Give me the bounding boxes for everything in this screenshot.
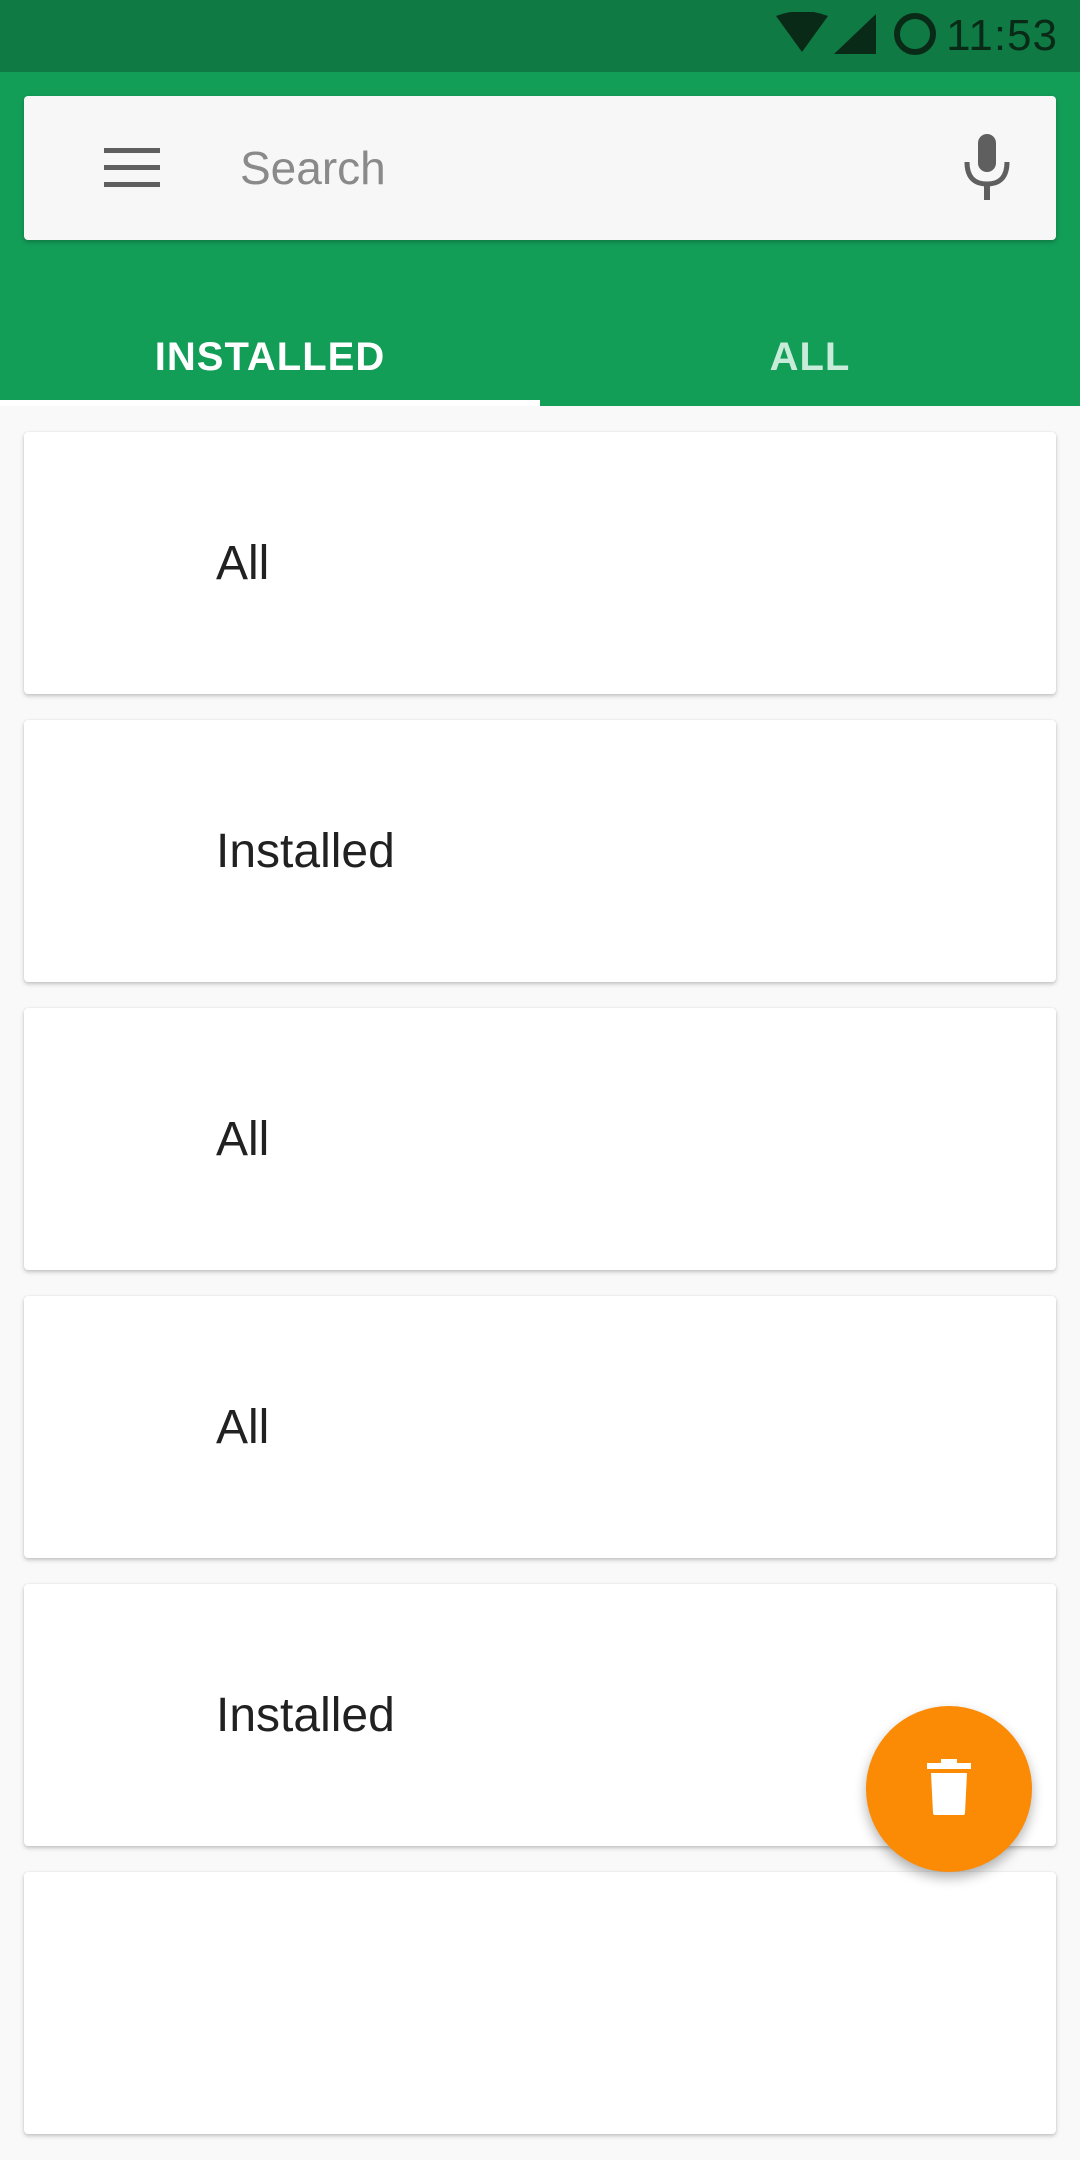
delete-fab-button[interactable] bbox=[866, 1706, 1032, 1872]
menu-icon[interactable] bbox=[80, 142, 184, 194]
tab-installed[interactable]: INSTALLED bbox=[0, 308, 540, 406]
status-time: 11:53 bbox=[946, 11, 1058, 60]
trash-icon bbox=[927, 1758, 971, 1820]
list-item-label: Installed bbox=[216, 1688, 395, 1742]
list-item[interactable]: Installed bbox=[24, 720, 1056, 982]
list-item-label: All bbox=[216, 536, 270, 590]
wifi-icon bbox=[774, 10, 830, 61]
list-item[interactable]: All bbox=[24, 432, 1056, 694]
list-item-label: Installed bbox=[216, 824, 395, 878]
list-item-label: All bbox=[216, 1400, 270, 1454]
search-bar bbox=[24, 96, 1056, 240]
tab-all[interactable]: ALL bbox=[540, 308, 1080, 406]
battery-ring-icon bbox=[892, 11, 938, 62]
tab-bar: INSTALLED ALL bbox=[0, 308, 1080, 406]
app-bar: INSTALLED ALL bbox=[0, 72, 1080, 406]
status-bar: 11:53 bbox=[0, 0, 1080, 72]
tab-indicator bbox=[0, 400, 540, 406]
list-item[interactable]: All bbox=[24, 1296, 1056, 1558]
list-item-label: All bbox=[216, 1112, 270, 1166]
search-input[interactable] bbox=[216, 128, 856, 208]
status-icons: 11:53 bbox=[774, 0, 1058, 72]
tab-all-label: ALL bbox=[769, 334, 851, 379]
list-item-partial[interactable] bbox=[24, 1872, 1056, 2134]
tab-installed-label: INSTALLED bbox=[154, 334, 386, 379]
microphone-icon[interactable] bbox=[952, 132, 1022, 204]
list-item[interactable]: All bbox=[24, 1008, 1056, 1270]
filter-list: All Installed All All Installed bbox=[24, 432, 1056, 2160]
cell-signal-icon bbox=[832, 12, 878, 61]
